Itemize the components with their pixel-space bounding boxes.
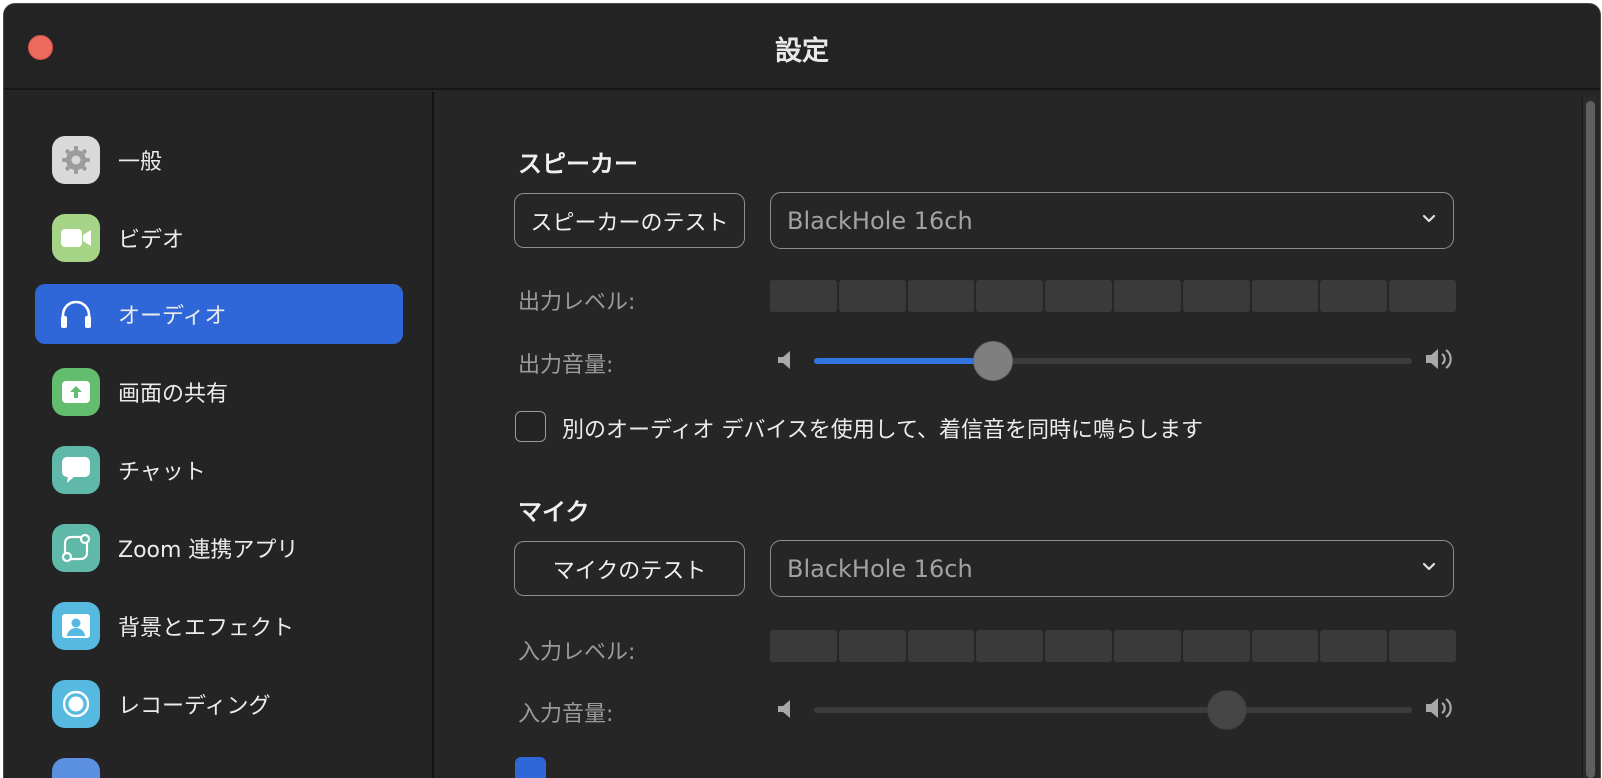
level-segment — [1182, 280, 1250, 312]
sidebar-item-label: Zoom 連携アプリ — [118, 538, 299, 563]
audio-settings-panel: スピーカー スピーカーのテスト BlackHole 16ch 出力レベル: 出力… — [436, 92, 1578, 778]
scrollbar-thumb[interactable] — [1586, 101, 1595, 778]
sidebar-item-recording[interactable]: レコーディング — [35, 674, 403, 734]
level-segment — [976, 630, 1044, 662]
output-level-meter — [770, 280, 1456, 312]
input-volume-slider[interactable] — [814, 690, 1412, 730]
level-segment — [770, 280, 837, 312]
share-screen-icon — [52, 368, 100, 416]
output-volume-label: 出力音量: — [518, 353, 614, 378]
record-icon — [52, 680, 100, 728]
chat-bubble-icon — [52, 446, 100, 494]
level-segment — [1389, 280, 1456, 312]
volume-high-icon — [1424, 695, 1456, 725]
speaker-device-select[interactable]: BlackHole 16ch — [770, 192, 1454, 249]
level-segment — [1251, 630, 1319, 662]
output-level-label: 出力レベル: — [518, 290, 636, 315]
chevron-down-icon — [1421, 210, 1437, 230]
level-segment — [1182, 630, 1250, 662]
level-segment — [1113, 280, 1181, 312]
level-segment — [1045, 280, 1112, 312]
video-camera-icon — [52, 214, 100, 262]
headphones-icon — [52, 290, 100, 338]
window-title: 設定 — [775, 36, 829, 67]
partial-checkbox[interactable] — [515, 757, 546, 778]
sidebar-item-video[interactable]: ビデオ — [35, 208, 403, 268]
title-bar: 設定 — [4, 4, 1600, 90]
background-icon — [52, 602, 100, 650]
level-segment — [1251, 280, 1319, 312]
gear-icon — [52, 136, 100, 184]
settings-sidebar: 一般 ビデオ オーディオ 画面の共有 チャット Zoom 連携アプリ 背景とエフ… — [4, 92, 434, 778]
speaker-device-value: BlackHole 16ch — [787, 207, 973, 235]
output-volume-thumb[interactable] — [973, 341, 1014, 381]
speaker-heading: スピーカー — [518, 150, 638, 178]
mic-heading: マイク — [518, 498, 590, 526]
input-volume-label: 入力音量: — [518, 702, 614, 727]
mic-device-select[interactable]: BlackHole 16ch — [770, 540, 1454, 597]
level-segment — [1389, 630, 1456, 662]
sidebar-item-label: レコーディング — [118, 694, 271, 719]
sidebar-item-label: 画面の共有 — [118, 382, 229, 407]
output-volume-fill — [814, 358, 994, 364]
sidebar-item-zoom-apps[interactable]: Zoom 連携アプリ — [35, 518, 403, 578]
volume-low-icon — [776, 698, 796, 724]
sidebar-item-label: ビデオ — [118, 228, 185, 253]
sidebar-item-general[interactable]: 一般 — [35, 130, 403, 190]
sidebar-item-share-screen[interactable]: 画面の共有 — [35, 362, 403, 422]
level-segment — [838, 630, 906, 662]
input-level-meter — [770, 630, 1456, 662]
ring-separate-device-label: 別のオーディオ デバイスを使用して、着信音を同時に鳴らします — [562, 418, 1204, 443]
sidebar-item-background-effects[interactable]: 背景とエフェクト — [35, 596, 403, 656]
apps-icon — [52, 524, 100, 572]
level-segment — [976, 280, 1044, 312]
partial-item-icon — [52, 758, 100, 778]
sidebar-item-next[interactable] — [35, 752, 403, 778]
sidebar-item-chat[interactable]: チャット — [35, 440, 403, 500]
level-segment — [907, 280, 975, 312]
volume-high-icon — [1424, 346, 1456, 376]
sidebar-item-label: 背景とエフェクト — [118, 616, 295, 641]
level-segment — [838, 280, 906, 312]
input-level-label: 入力レベル: — [518, 640, 636, 665]
output-volume-slider[interactable] — [814, 341, 1412, 381]
ring-separate-device-checkbox[interactable] — [515, 411, 546, 442]
sidebar-item-label: 一般 — [118, 150, 163, 175]
sidebar-item-audio[interactable]: オーディオ — [35, 284, 403, 344]
mic-device-value: BlackHole 16ch — [787, 555, 973, 583]
level-segment — [1045, 630, 1112, 662]
test-mic-button[interactable]: マイクのテスト — [514, 541, 745, 596]
sidebar-item-label: オーディオ — [118, 304, 227, 329]
level-segment — [1320, 630, 1388, 662]
level-segment — [907, 630, 975, 662]
level-segment — [770, 630, 837, 662]
volume-low-icon — [776, 349, 796, 375]
chevron-down-icon — [1421, 558, 1437, 578]
sidebar-item-label: チャット — [118, 460, 206, 485]
input-volume-thumb[interactable] — [1206, 690, 1247, 730]
level-segment — [1113, 630, 1181, 662]
test-speaker-button[interactable]: スピーカーのテスト — [514, 193, 745, 248]
main-scrollbar[interactable] — [1582, 97, 1596, 778]
settings-window: 設定 一般 ビデオ オーディオ 画面の共有 チャット Zoom 連携アプリ 背景… — [3, 3, 1601, 778]
level-segment — [1320, 280, 1388, 312]
